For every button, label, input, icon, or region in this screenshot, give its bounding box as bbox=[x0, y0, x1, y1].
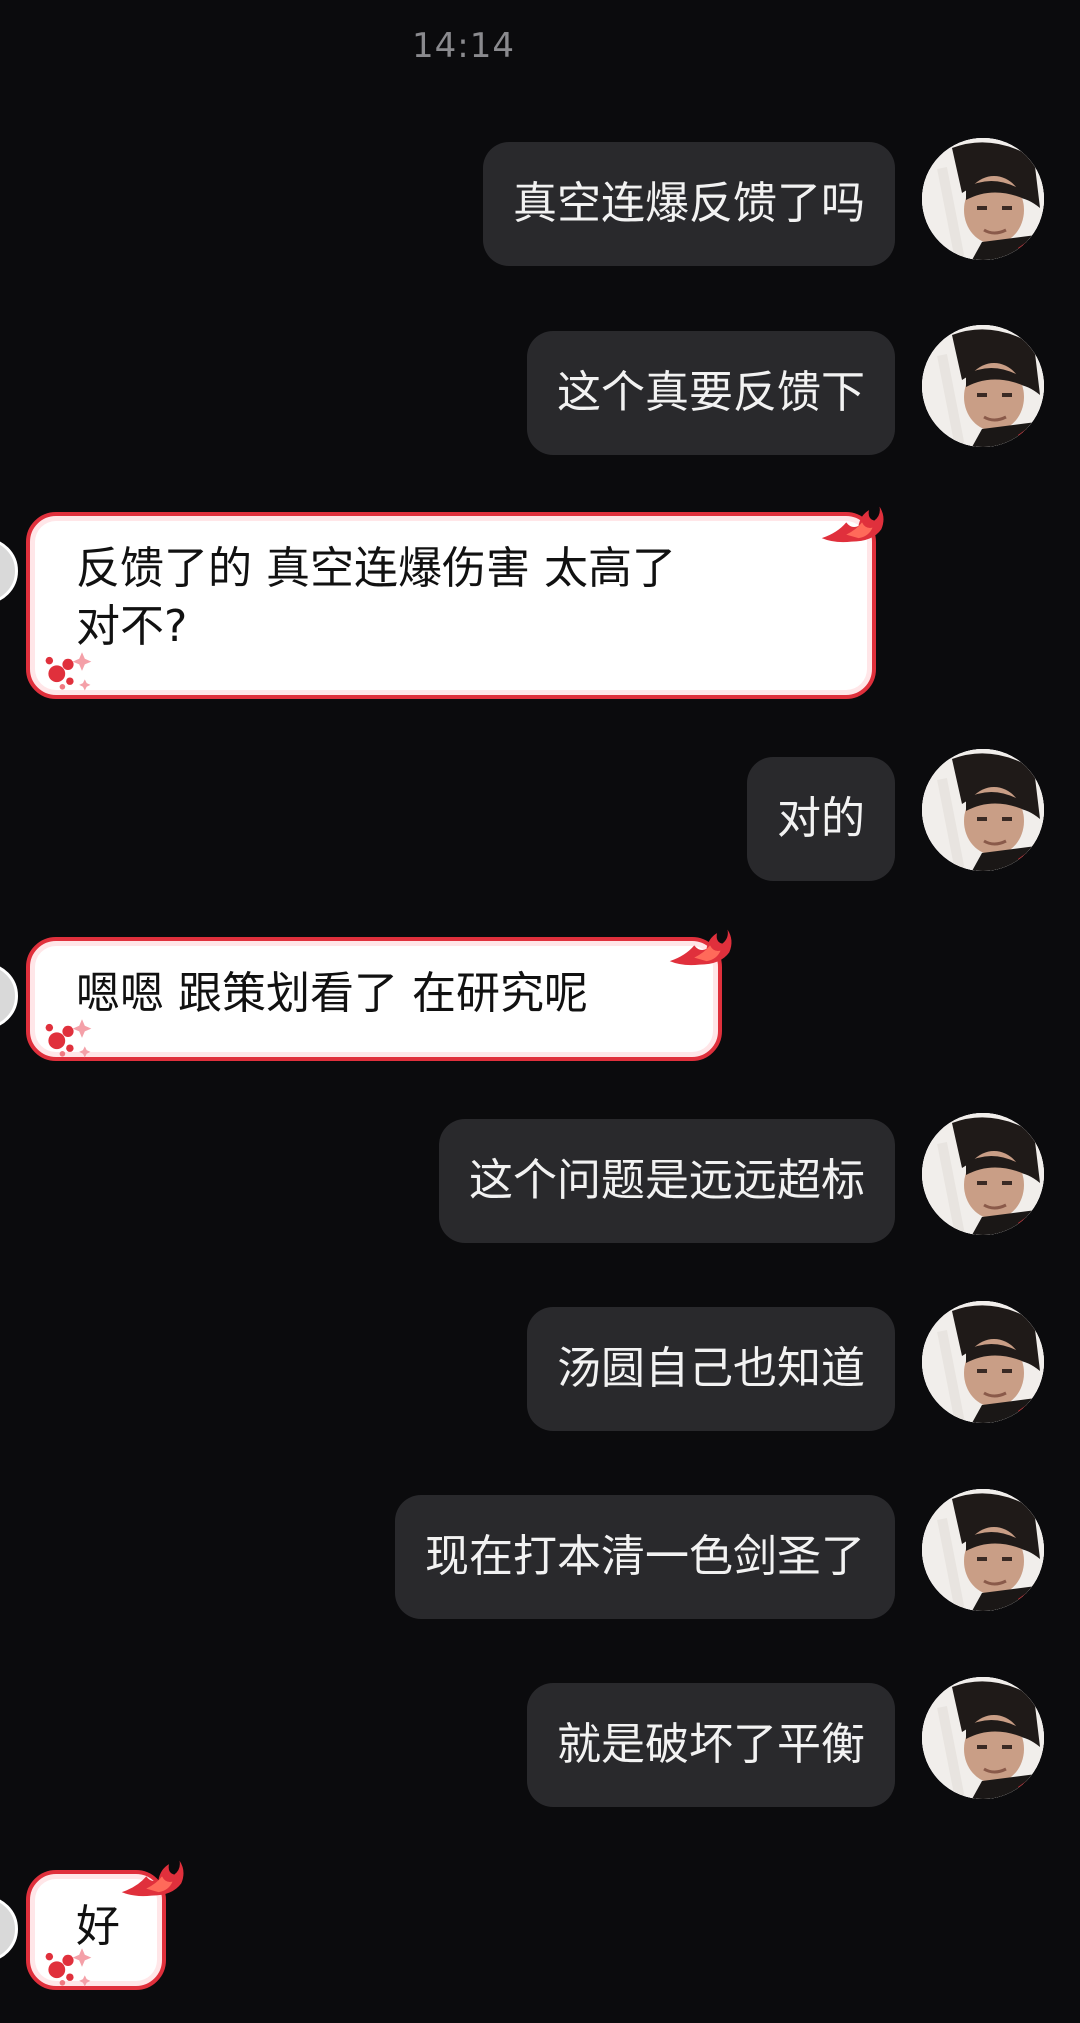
flame-decoration-icon bbox=[121, 1860, 184, 1897]
my-avatar[interactable] bbox=[922, 138, 1044, 260]
message-line: 对不? bbox=[76, 601, 188, 652]
splash-decoration-icon bbox=[45, 1948, 92, 1987]
my-avatar[interactable] bbox=[922, 1113, 1044, 1235]
outgoing-message-bubble[interactable]: 真空连爆反馈了吗 bbox=[483, 142, 895, 266]
avatar-image bbox=[922, 1113, 1044, 1235]
incoming-message-bubble[interactable]: 反馈了的 真空连爆伤害 太高了 对不? bbox=[26, 512, 876, 699]
incoming-message-bubble[interactable]: 嗯嗯 跟策划看了 在研究呢 bbox=[26, 937, 722, 1061]
outgoing-message-bubble[interactable]: 对的 bbox=[747, 757, 895, 881]
outgoing-message-bubble[interactable]: 这个真要反馈下 bbox=[527, 331, 895, 455]
splash-decoration-icon bbox=[45, 652, 92, 691]
contact-avatar[interactable] bbox=[0, 538, 18, 604]
flame-decoration-icon bbox=[821, 506, 884, 543]
avatar-image bbox=[922, 1677, 1044, 1799]
avatar-image bbox=[922, 1301, 1044, 1423]
avatar-image bbox=[922, 138, 1044, 260]
outgoing-message-bubble[interactable]: 这个问题是远远超标 bbox=[439, 1119, 895, 1243]
outgoing-message-bubble[interactable]: 汤圆自己也知道 bbox=[527, 1307, 895, 1431]
avatar-image bbox=[922, 325, 1044, 447]
flame-decoration-icon bbox=[669, 929, 732, 966]
my-avatar[interactable] bbox=[922, 749, 1044, 871]
my-avatar[interactable] bbox=[922, 1489, 1044, 1611]
contact-avatar[interactable] bbox=[0, 1896, 18, 1962]
timestamp: 14:14 bbox=[412, 26, 515, 66]
contact-avatar[interactable] bbox=[0, 963, 18, 1029]
my-avatar[interactable] bbox=[922, 1301, 1044, 1423]
avatar-image bbox=[922, 1489, 1044, 1611]
avatar-image bbox=[922, 749, 1044, 871]
my-avatar[interactable] bbox=[922, 325, 1044, 447]
outgoing-message-bubble[interactable]: 现在打本清一色剑圣了 bbox=[395, 1495, 895, 1619]
message-line: 反馈了的 真空连爆伤害 太高了 bbox=[76, 543, 676, 594]
splash-decoration-icon bbox=[45, 1019, 92, 1058]
my-avatar[interactable] bbox=[922, 1677, 1044, 1799]
outgoing-message-bubble[interactable]: 就是破坏了平衡 bbox=[527, 1683, 895, 1807]
